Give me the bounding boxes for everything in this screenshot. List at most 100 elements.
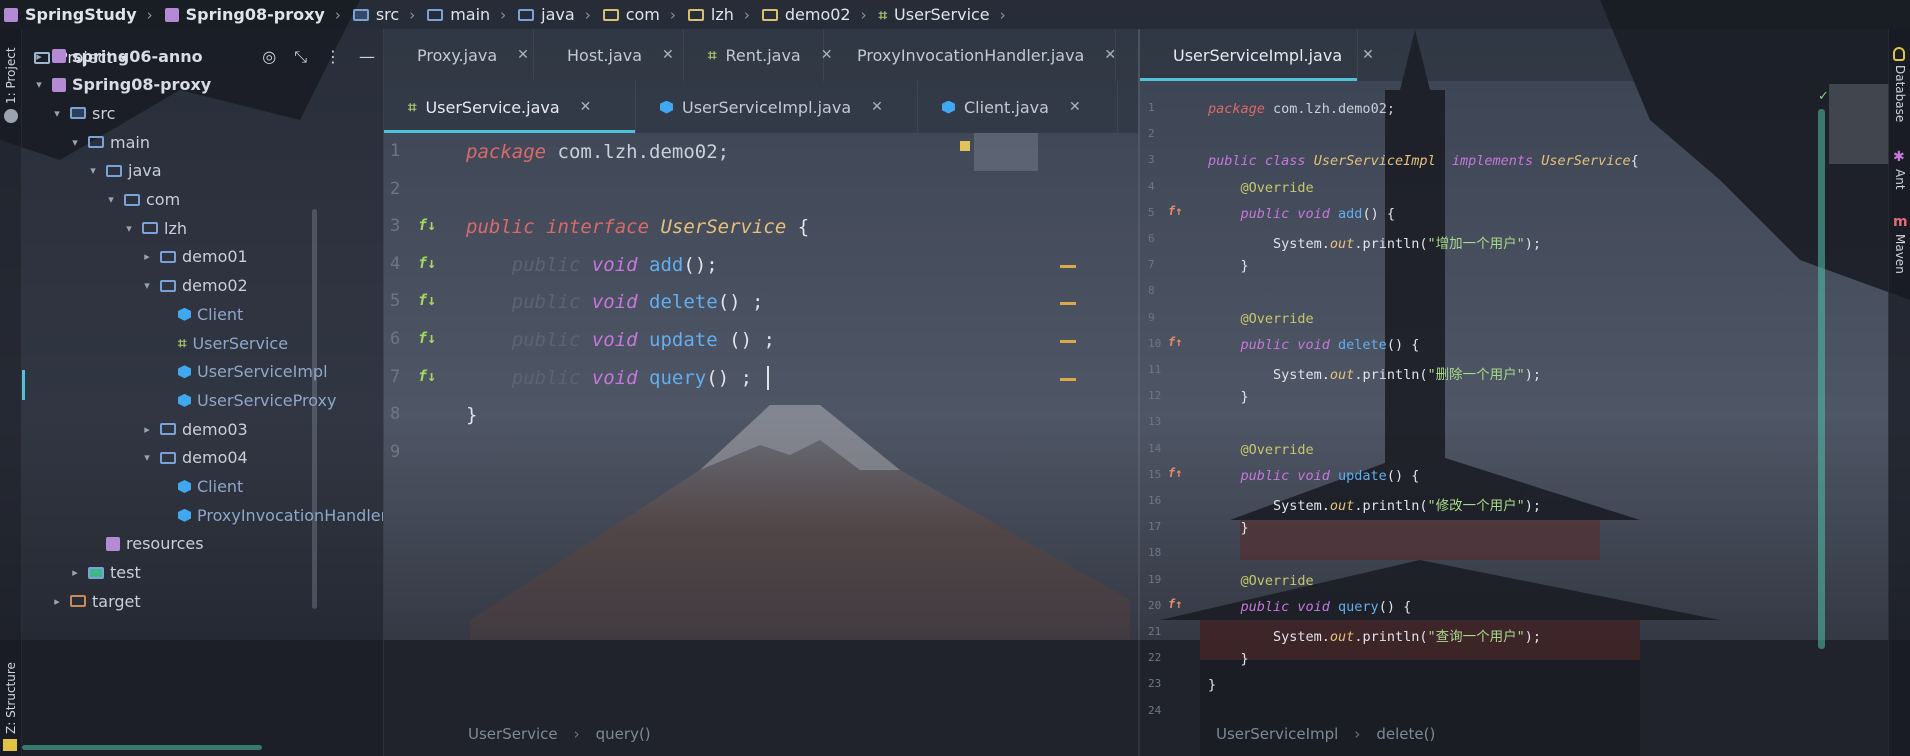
commit-icon[interactable] [4, 109, 18, 123]
right-minimap[interactable] [1829, 84, 1889, 164]
close-icon[interactable]: ✕ [871, 99, 883, 115]
breadcrumb-item[interactable]: java › [518, 5, 599, 24]
tree-node-label: test [110, 563, 141, 583]
editor-tab[interactable]: Client.java ✕ [918, 81, 1118, 133]
chevron-down-icon[interactable]: ▾ [140, 279, 154, 292]
warning-stripe-icon[interactable] [1060, 302, 1076, 306]
chevron-down-icon[interactable]: ▾ [32, 78, 46, 91]
options-menu-icon[interactable]: ⋮ [325, 47, 341, 67]
chevron-down-icon[interactable]: ▾ [68, 136, 82, 149]
breadcrumb-item[interactable]: demo02 › [761, 5, 875, 24]
warning-stripe-icon[interactable] [1060, 340, 1076, 343]
editor-tab[interactable]: UserServiceImpl.java ✕ [636, 81, 918, 133]
chevron-down-icon[interactable]: ▾ [122, 222, 136, 235]
right-code-editor[interactable]: 1 2 3 4 5 6 7 8 9 10 11 12 13 14 15 16 17 18 19 20 21 22 23 24 p… [1140, 81, 1888, 721]
implemented-icon[interactable]: f↓ [418, 367, 436, 385]
implemented-icon[interactable]: f↓ [418, 329, 436, 347]
editor-tab[interactable]: ProxyInvocationHandler.java ✕ [824, 29, 1116, 81]
tree-node[interactable]: ▸ spring06-anno [32, 41, 202, 71]
breadcrumb-item[interactable]: lzh › [687, 5, 758, 24]
tree-horizontal-scrollbar[interactable] [22, 745, 262, 750]
chevron-right-icon[interactable]: ▸ [140, 250, 154, 263]
hide-panel-icon[interactable]: — [359, 47, 375, 67]
status-class[interactable]: UserService [468, 725, 558, 743]
tree-node[interactable]: ▸ target [50, 586, 140, 616]
project-tool-tab[interactable]: 1: Project [4, 47, 18, 104]
maven-tool-tab[interactable]: Maven [1893, 234, 1907, 274]
implements-icon[interactable]: f↑ [1168, 597, 1182, 611]
chevron-down-icon[interactable]: ▾ [104, 193, 118, 206]
close-icon[interactable]: ✕ [580, 99, 592, 115]
left-minimap[interactable] [974, 133, 1038, 171]
chevron-right-icon[interactable]: ▸ [50, 595, 64, 608]
breadcrumb-item[interactable]: Spring08-proxy › [164, 5, 349, 24]
tree-node[interactable]: resources [86, 529, 204, 559]
status-method[interactable]: delete() [1376, 725, 1435, 743]
tree-node[interactable]: UserServiceProxy [158, 385, 336, 415]
warning-stripe-icon[interactable] [1060, 264, 1076, 268]
maven-icon[interactable]: m [1893, 214, 1908, 230]
tree-node[interactable]: ▾ demo02 [140, 271, 248, 301]
chevron-right-icon[interactable]: ▸ [140, 423, 154, 436]
right-editor-scrollbar[interactable] [1818, 109, 1825, 649]
breadcrumb-item[interactable]: main › [427, 5, 514, 24]
warning-stripe-icon[interactable] [1060, 377, 1076, 381]
implemented-icon[interactable]: f↓ [418, 254, 436, 272]
close-icon[interactable]: ✕ [662, 47, 674, 63]
database-icon[interactable] [1893, 47, 1905, 61]
tree-node[interactable]: ▾ demo04 [140, 443, 248, 473]
database-tool-tab[interactable]: Database [1893, 65, 1907, 122]
implements-icon[interactable]: f↑ [1168, 204, 1182, 218]
editor-tab[interactable]: Proxy.java ✕ [384, 29, 534, 81]
left-code-editor[interactable]: 1 2 3 4 5 6 7 8 9 package com.lzh.demo02; public i… [384, 133, 1138, 756]
close-icon[interactable]: ✕ [1104, 47, 1116, 63]
close-icon[interactable]: ✕ [1362, 47, 1374, 63]
editor-tab[interactable]: ⌗ UserService.java ✕ [384, 81, 636, 133]
implements-icon[interactable]: f↑ [1168, 335, 1182, 349]
implemented-icon[interactable]: f↓ [418, 291, 436, 309]
collapse-all-icon[interactable]: ⤡ [294, 47, 307, 67]
chevron-down-icon[interactable]: ▾ [140, 451, 154, 464]
chevron-down-icon[interactable]: ▾ [86, 164, 100, 177]
tree-node[interactable]: ▸ demo03 [140, 414, 248, 444]
tree-node[interactable]: ▾ src [50, 98, 115, 128]
implements-icon[interactable]: f↑ [1168, 466, 1182, 480]
tree-node[interactable]: ▾ main [68, 127, 150, 157]
tree-node[interactable]: ▾ Spring08-proxy [32, 70, 211, 100]
warning-indicator-icon[interactable] [960, 141, 970, 151]
tree-node[interactable]: ▾ java [86, 156, 161, 186]
locate-file-icon[interactable]: ◎ [262, 47, 276, 67]
tree-node[interactable]: ProxyInvocationHandler [158, 500, 383, 530]
chevron-down-icon[interactable]: ▾ [50, 107, 64, 120]
breadcrumb-item[interactable]: com › [602, 5, 684, 24]
tree-node[interactable]: ▾ lzh [122, 213, 187, 243]
code-token: .println( [1354, 498, 1428, 514]
breadcrumb-item[interactable]: SpringStudy › [4, 5, 161, 24]
tree-node[interactable]: ▸ test [68, 558, 141, 588]
favorites-icon[interactable] [3, 739, 17, 751]
editor-tab[interactable]: ⌗ Rent.java ✕ [684, 29, 832, 81]
close-icon[interactable]: ✕ [1069, 99, 1081, 115]
breadcrumb-item[interactable]: src › [352, 5, 423, 24]
ant-icon[interactable]: ✱ [1893, 149, 1905, 165]
tree-node[interactable]: ▸ demo01 [140, 242, 248, 272]
close-icon[interactable]: ✕ [517, 47, 529, 63]
tree-node[interactable]: ⌗ UserService [158, 328, 288, 358]
tree-node[interactable]: UserServiceImpl [158, 357, 328, 387]
status-method[interactable]: query() [596, 725, 651, 743]
code-token: package [466, 141, 558, 163]
structure-tool-tab[interactable]: Z: Structure [4, 662, 18, 734]
chevron-right-icon[interactable]: ▸ [68, 566, 82, 579]
editor-tab[interactable]: UserServiceImpl.java ✕ [1140, 29, 1374, 81]
implemented-icon[interactable]: f↓ [418, 216, 436, 234]
editor-tab[interactable]: Host.java ✕ [534, 29, 684, 81]
chevron-right-icon[interactable]: ▸ [32, 50, 46, 63]
ant-tool-tab[interactable]: Ant [1893, 169, 1907, 190]
tree-scrollbar[interactable] [312, 209, 317, 609]
breadcrumb-item[interactable]: ⌗ UserService › [879, 5, 1014, 24]
line-number: 5 [390, 291, 401, 312]
tree-node[interactable]: Client [158, 299, 243, 329]
tree-node[interactable]: Client [158, 472, 243, 502]
status-class[interactable]: UserServiceImpl [1216, 725, 1338, 743]
tree-node[interactable]: ▾ com [104, 185, 180, 215]
